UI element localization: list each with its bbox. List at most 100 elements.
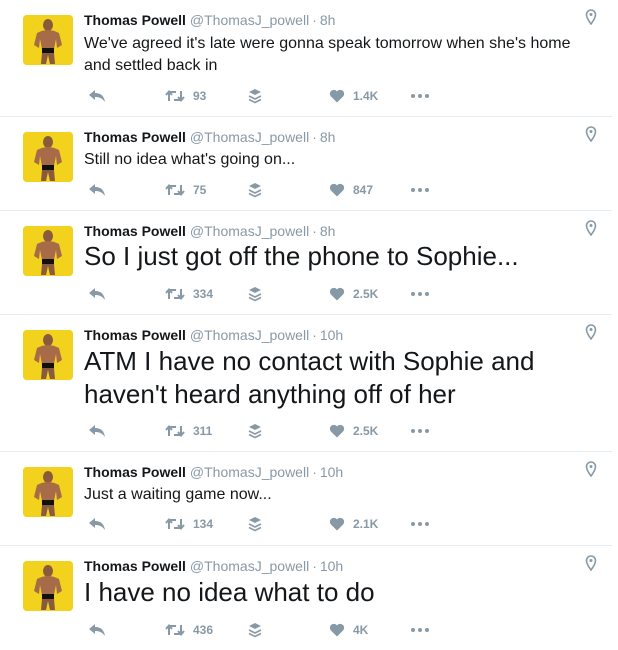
location-pin-icon[interactable] — [585, 324, 597, 340]
heart-icon — [329, 89, 345, 103]
buffer-button[interactable] — [248, 181, 262, 199]
author-name[interactable]: Thomas Powell — [84, 223, 186, 239]
retweet-icon — [165, 287, 185, 301]
avatar[interactable] — [23, 330, 73, 380]
like-count: 4K — [353, 623, 369, 637]
tweet-actions: 334 2.5K — [88, 285, 608, 303]
more-button[interactable] — [410, 87, 430, 105]
like-count: 1.4K — [353, 89, 379, 103]
more-icon — [411, 94, 429, 98]
tweet-feed: Thomas Powell @ThomasJ_powell · 8h We've ag… — [0, 0, 618, 650]
more-icon — [411, 429, 429, 433]
tweet[interactable]: Thomas Powell @ThomasJ_powell · 10h ATM I h… — [0, 315, 612, 452]
reply-button[interactable] — [88, 621, 106, 639]
buffer-button[interactable] — [248, 515, 262, 533]
timestamp[interactable]: 10h — [320, 558, 343, 574]
reply-button[interactable] — [88, 285, 106, 303]
more-button[interactable] — [410, 515, 430, 533]
like-count: 2.5K — [353, 287, 379, 301]
author-name[interactable]: Thomas Powell — [84, 12, 186, 28]
like-button[interactable]: 847 — [329, 181, 373, 199]
buffer-button[interactable] — [248, 621, 262, 639]
author-name[interactable]: Thomas Powell — [84, 129, 186, 145]
tweet-text: Still no idea what's going on... — [84, 151, 296, 168]
avatar[interactable] — [23, 226, 73, 276]
like-count: 2.5K — [353, 424, 379, 438]
like-button[interactable]: 4K — [329, 621, 368, 639]
like-button[interactable]: 1.4K — [329, 87, 378, 105]
avatar[interactable] — [23, 15, 73, 65]
buffer-icon — [248, 424, 262, 439]
tweet-header: Thomas Powell @ThomasJ_powell · 10h — [84, 557, 343, 575]
tweet-actions: 93 1.4K — [88, 87, 608, 105]
author-handle[interactable]: @ThomasJ_powell — [190, 129, 309, 145]
tweet[interactable]: Thomas Powell @ThomasJ_powell · 8h We've ag… — [0, 0, 612, 117]
retweet-count: 75 — [193, 183, 207, 197]
location-pin-icon[interactable] — [585, 126, 597, 142]
tweet-header: Thomas Powell @ThomasJ_powell · 10h — [84, 463, 343, 481]
separator-dot: · — [312, 223, 317, 239]
retweet-button[interactable]: 75 — [165, 181, 206, 199]
more-button[interactable] — [410, 181, 430, 199]
location-pin-icon[interactable] — [585, 9, 597, 25]
more-button[interactable] — [410, 422, 430, 440]
buffer-button[interactable] — [248, 285, 262, 303]
heart-icon — [329, 183, 345, 197]
reply-icon — [89, 425, 105, 437]
author-name[interactable]: Thomas Powell — [84, 464, 186, 480]
avatar[interactable] — [23, 467, 73, 517]
reply-button[interactable] — [88, 422, 106, 440]
avatar[interactable] — [23, 561, 73, 611]
retweet-button[interactable]: 311 — [165, 422, 212, 440]
timestamp[interactable]: 8h — [320, 223, 336, 239]
location-pin-icon[interactable] — [585, 461, 597, 477]
tweet-actions: 134 2.1K — [88, 515, 608, 533]
reply-button[interactable] — [88, 181, 106, 199]
retweet-button[interactable]: 334 — [165, 285, 213, 303]
author-handle[interactable]: @ThomasJ_powell — [190, 464, 309, 480]
retweet-button[interactable]: 134 — [165, 515, 213, 533]
buffer-button[interactable] — [248, 422, 262, 440]
retweet-button[interactable]: 436 — [165, 621, 213, 639]
more-icon — [411, 292, 429, 296]
like-button[interactable]: 2.5K — [329, 285, 378, 303]
location-pin-icon[interactable] — [585, 220, 597, 236]
author-handle[interactable]: @ThomasJ_powell — [190, 327, 309, 343]
location-pin-icon[interactable] — [585, 555, 597, 571]
tweet[interactable]: Thomas Powell @ThomasJ_powell · 10h I have … — [0, 546, 612, 650]
author-name[interactable]: Thomas Powell — [84, 327, 186, 343]
tweet[interactable]: Thomas Powell @ThomasJ_powell · 10h Just a … — [0, 452, 612, 546]
separator-dot: · — [312, 558, 317, 574]
avatar[interactable] — [23, 132, 73, 182]
reply-button[interactable] — [88, 87, 106, 105]
heart-icon — [329, 517, 345, 531]
tweet-text: I have no idea what to do — [84, 577, 375, 607]
separator-dot: · — [312, 12, 317, 28]
timestamp[interactable]: 8h — [320, 129, 336, 145]
like-count: 847 — [353, 183, 374, 197]
author-handle[interactable]: @ThomasJ_powell — [190, 558, 309, 574]
more-icon — [411, 188, 429, 192]
tweet[interactable]: Thomas Powell @ThomasJ_powell · 8h So I jus… — [0, 211, 612, 315]
separator-dot: · — [312, 129, 317, 145]
buffer-button[interactable] — [248, 87, 262, 105]
avatar-image — [23, 226, 73, 276]
reply-button[interactable] — [88, 515, 106, 533]
author-handle[interactable]: @ThomasJ_powell — [190, 12, 309, 28]
timestamp[interactable]: 8h — [320, 12, 336, 28]
retweet-icon — [165, 623, 185, 637]
timestamp[interactable]: 10h — [320, 464, 343, 480]
author-name[interactable]: Thomas Powell — [84, 558, 186, 574]
tweet[interactable]: Thomas Powell @ThomasJ_powell · 8h Still no… — [0, 117, 612, 211]
retweet-icon — [165, 183, 185, 197]
timestamp[interactable]: 10h — [320, 327, 343, 343]
like-button[interactable]: 2.5K — [329, 422, 378, 440]
retweet-count: 311 — [193, 424, 213, 438]
author-handle[interactable]: @ThomasJ_powell — [190, 223, 309, 239]
buffer-icon — [248, 623, 262, 638]
like-button[interactable]: 2.1K — [329, 515, 378, 533]
more-button[interactable] — [410, 621, 430, 639]
retweet-button[interactable]: 93 — [165, 87, 206, 105]
tweet-actions: 311 2.5K — [88, 422, 608, 440]
more-button[interactable] — [410, 285, 430, 303]
